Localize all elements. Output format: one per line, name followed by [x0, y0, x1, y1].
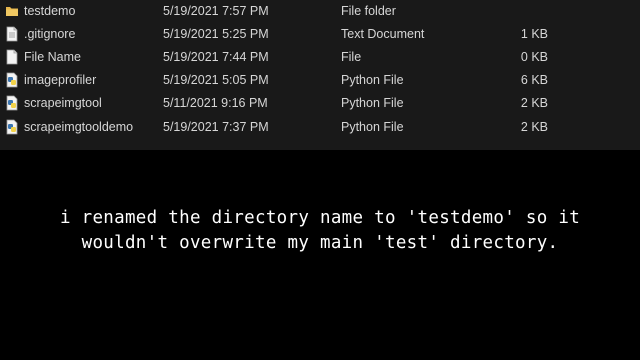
- file-name: File Name: [24, 50, 81, 64]
- file-row-scrapeimgtooldemo[interactable]: scrapeimgtooldemo 5/19/2021 7:37 PM Pyth…: [0, 116, 640, 139]
- file-type: Python File: [341, 120, 404, 134]
- file-row-imageprofiler[interactable]: imageprofiler 5/19/2021 5:05 PM Python F…: [0, 69, 640, 92]
- file-row-testdemo[interactable]: testdemo 5/19/2021 7:57 PM File folder: [0, 0, 640, 23]
- file-icon: [5, 49, 19, 65]
- text-document-icon: [5, 26, 19, 42]
- file-name: scrapeimgtool: [24, 96, 102, 110]
- file-date: 5/19/2021 7:57 PM: [163, 4, 269, 18]
- file-row-file-name[interactable]: File Name 5/19/2021 7:44 PM File 0 KB: [0, 46, 640, 69]
- folder-icon: [5, 3, 19, 19]
- file-name: scrapeimgtooldemo: [24, 120, 134, 134]
- file-type: Python File: [341, 96, 404, 110]
- python-file-icon: [5, 72, 19, 88]
- file-type: Python File: [341, 73, 404, 87]
- file-size: 6 KB: [520, 73, 548, 87]
- file-row-scrapeimgtool[interactable]: scrapeimgtool 5/11/2021 9:16 PM Python F…: [0, 92, 640, 115]
- caption-line-2: wouldn't overwrite my main 'test' direct…: [81, 233, 559, 253]
- file-name: .gitignore: [24, 27, 76, 41]
- file-type: Text Document: [341, 27, 425, 41]
- file-size: 2 KB: [520, 96, 548, 110]
- file-type: File folder: [341, 4, 396, 18]
- file-date: 5/19/2021 5:25 PM: [163, 27, 269, 41]
- file-type: File: [341, 50, 362, 64]
- file-date: 5/19/2021 7:37 PM: [163, 120, 269, 134]
- file-list: testdemo 5/19/2021 7:57 PM File folder .…: [0, 0, 640, 150]
- file-name: testdemo: [24, 4, 76, 18]
- caption-line-1: i renamed the directory name to 'testdem…: [59, 208, 581, 228]
- file-row-gitignore[interactable]: .gitignore 5/19/2021 5:25 PM Text Docume…: [0, 23, 640, 46]
- python-file-icon: [5, 119, 19, 135]
- file-size: 2 KB: [520, 120, 548, 134]
- file-size: 0 KB: [520, 50, 548, 64]
- file-name: imageprofiler: [24, 73, 97, 87]
- python-file-icon: [5, 95, 19, 111]
- file-size: 1 KB: [520, 27, 548, 41]
- file-date: 5/11/2021 9:16 PM: [163, 96, 268, 110]
- file-date: 5/19/2021 5:05 PM: [163, 73, 269, 87]
- file-date: 5/19/2021 7:44 PM: [163, 50, 269, 64]
